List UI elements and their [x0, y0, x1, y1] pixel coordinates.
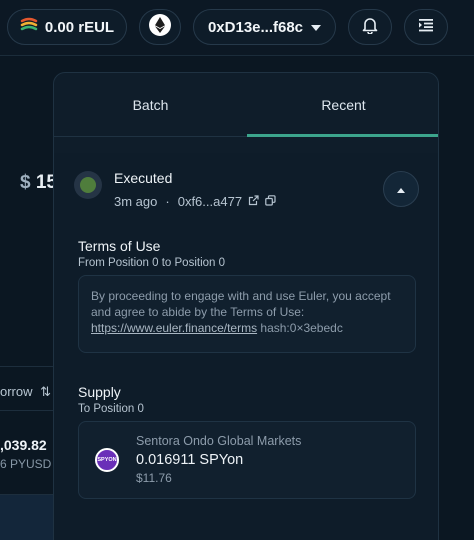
transaction-meta: 3m ago · 0xf6...a477 [114, 194, 276, 209]
table-divider [0, 410, 60, 411]
tab-batch[interactable]: Batch [54, 73, 247, 137]
token-name: Sentora Ondo Global Markets [136, 434, 302, 448]
balance-label: 0.00 rEUL [44, 18, 115, 36]
token-logo-icon: SPYON [95, 448, 119, 472]
panel-tabs: Batch Recent [54, 73, 438, 137]
supply-subtitle: To Position 0 [78, 403, 144, 415]
top-bar: 0.00 rEUL 0xD13e...f68c [0, 0, 474, 56]
collapse-button[interactable] [383, 171, 419, 207]
balance-button[interactable]: 0.00 rEUL [7, 9, 127, 45]
supply-title: Supply [78, 384, 121, 400]
borrow-column-header[interactable]: orrow ⇅ [0, 384, 51, 400]
sort-icon: ⇅ [40, 384, 52, 399]
transaction-time: 3m ago [114, 194, 158, 209]
terms-hash: hash:0×3ebedc [257, 321, 343, 335]
table-row[interactable] [0, 495, 53, 540]
terms-text: By proceeding to engage with and use Eul… [91, 289, 391, 319]
transactions-panel: Batch Recent Executed 3m ago · 0xf6...a4… [53, 72, 439, 540]
price-symbol: $ [20, 172, 31, 193]
bell-icon [361, 16, 379, 39]
wallet-address: 0xD13e...f68c [207, 18, 304, 36]
external-link-icon[interactable] [248, 194, 259, 209]
meta-separator: · [165, 194, 170, 209]
supply-box: SPYON Sentora Ondo Global Markets 0.0169… [78, 421, 416, 499]
table-divider [0, 366, 60, 367]
euler-logo-icon [20, 17, 38, 38]
notifications-button[interactable] [348, 9, 392, 45]
terms-box: By proceeding to engage with and use Eul… [78, 275, 416, 353]
background-price: $ 15 [20, 172, 57, 194]
tab-recent[interactable]: Recent [247, 73, 438, 137]
copy-icon[interactable] [265, 194, 276, 209]
terms-subtitle: From Position 0 to Position 0 [78, 257, 226, 269]
borrow-token-value: 6 PYUSD [0, 457, 52, 471]
transaction-hash[interactable]: 0xf6...a477 [178, 194, 242, 209]
status-indicator [74, 171, 102, 199]
ethereum-icon [149, 13, 171, 41]
transaction-details: Executed 3m ago · 0xf6...a477 Terms of U… [54, 153, 438, 540]
transaction-status: Executed [114, 170, 173, 186]
terms-link[interactable]: https://www.euler.finance/terms [91, 321, 257, 335]
chevron-up-icon [397, 180, 405, 198]
network-selector[interactable] [139, 9, 181, 45]
token-amount: 0.016911 SPYon [136, 452, 244, 468]
chevron-down-icon [311, 18, 322, 36]
menu-button[interactable] [404, 9, 448, 45]
borrow-value: ,039.82 [0, 437, 47, 453]
terms-title: Terms of Use [78, 238, 161, 254]
borrow-label: orrow [0, 384, 33, 399]
status-dot-icon [80, 177, 96, 193]
menu-icon [418, 18, 434, 37]
token-usd-value: $11.76 [136, 471, 172, 485]
wallet-button[interactable]: 0xD13e...f68c [193, 9, 336, 45]
active-tab-indicator [247, 134, 438, 137]
